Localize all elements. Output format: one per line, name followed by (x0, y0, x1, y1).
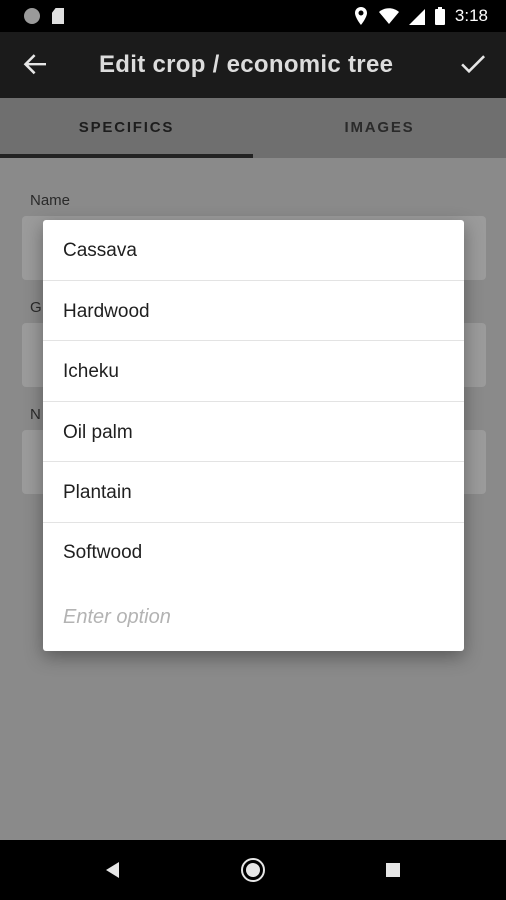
option-item[interactable]: Icheku (43, 341, 464, 401)
option-label: Plantain (63, 482, 132, 503)
option-item[interactable]: Softwood (43, 522, 464, 582)
field-label-n: N (30, 406, 41, 423)
option-label: Icheku (63, 361, 119, 382)
page-title: Edit crop / economic tree (99, 51, 394, 78)
signal-icon (408, 9, 425, 25)
option-item[interactable]: Cassava (43, 220, 464, 280)
nav-recents-icon[interactable] (378, 855, 408, 885)
nav-back-icon[interactable] (98, 855, 128, 885)
nav-home-icon[interactable] (238, 855, 268, 885)
name-label: Name (30, 192, 71, 209)
options-dropdown: Cassava Hardwood Icheku Oil palm Plantai… (43, 220, 464, 651)
back-arrow-icon[interactable] (20, 49, 50, 79)
enter-option-input[interactable]: Enter option (63, 606, 171, 629)
save-check-icon[interactable] (458, 49, 488, 79)
option-item[interactable]: Oil palm (43, 402, 464, 462)
option-label: Softwood (63, 542, 143, 563)
tab-images[interactable]: IMAGES (253, 98, 506, 158)
battery-icon (434, 7, 445, 25)
option-item[interactable]: Hardwood (43, 281, 464, 341)
tab-bar: SPECIFICS IMAGES (0, 98, 506, 158)
option-label: Cassava (63, 240, 137, 261)
notification-dot-icon (24, 8, 40, 24)
option-label: Oil palm (63, 422, 133, 443)
navigation-bar (0, 840, 506, 900)
option-label: Hardwood (63, 301, 150, 322)
wifi-icon (378, 8, 399, 24)
clock: 3:18 (454, 6, 488, 25)
location-icon (354, 7, 367, 25)
sd-card-icon (52, 8, 64, 24)
tab-specifics[interactable]: SPECIFICS (0, 98, 253, 158)
option-item[interactable]: Plantain (43, 462, 464, 522)
app-bar: Edit crop / economic tree (0, 32, 506, 98)
status-bar: 3:18 (0, 0, 506, 32)
field-label-g: G (30, 299, 42, 316)
